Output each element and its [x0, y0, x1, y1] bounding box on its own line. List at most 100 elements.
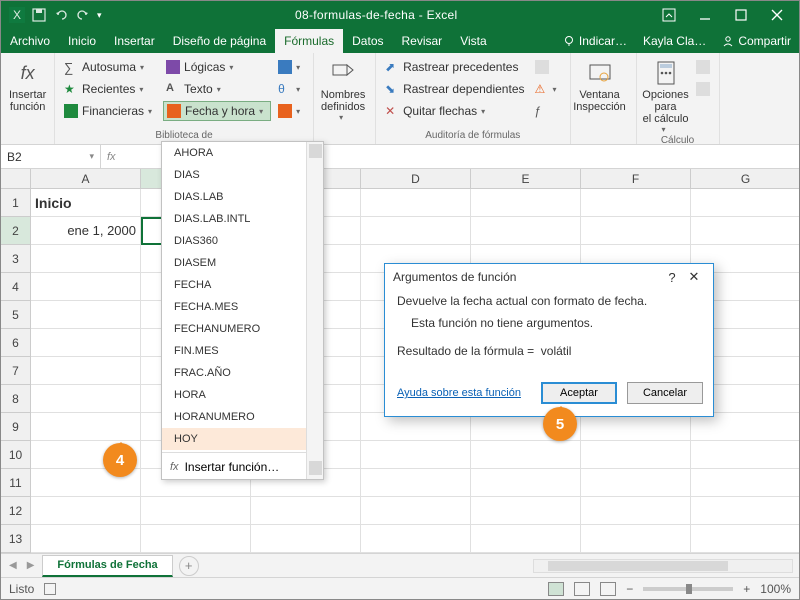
dropdown-item[interactable]: AHORA: [162, 142, 323, 164]
view-pagebreak-icon[interactable]: [600, 582, 616, 596]
dropdown-item[interactable]: FIN.MES: [162, 340, 323, 362]
cell[interactable]: [691, 441, 799, 469]
dropdown-item[interactable]: DIAS.LAB: [162, 186, 323, 208]
dropdown-item[interactable]: FECHA.MES: [162, 296, 323, 318]
redo-icon[interactable]: [75, 7, 91, 23]
cell[interactable]: [581, 497, 691, 525]
dropdown-item[interactable]: HORA: [162, 384, 323, 406]
dropdown-item[interactable]: DIAS360: [162, 230, 323, 252]
close-icon[interactable]: [759, 1, 795, 29]
row-3[interactable]: 3: [1, 245, 31, 273]
tab-archivo[interactable]: Archivo: [1, 29, 59, 53]
zoom-level[interactable]: 100%: [760, 582, 791, 596]
add-sheet-button[interactable]: +: [179, 556, 199, 576]
evaluate-button[interactable]: ƒ: [532, 101, 564, 121]
tell-me[interactable]: Indicar…: [555, 29, 635, 53]
cell-D2[interactable]: [361, 217, 471, 245]
cell-D1[interactable]: [361, 189, 471, 217]
dropdown-item[interactable]: DIAS: [162, 164, 323, 186]
cell[interactable]: [691, 525, 799, 553]
dropdown-item[interactable]: HORANUMERO: [162, 406, 323, 428]
cell-A2[interactable]: ene 1, 2000: [31, 217, 141, 245]
col-A[interactable]: A: [31, 169, 141, 189]
calc-now-button[interactable]: [693, 57, 713, 77]
cell[interactable]: [31, 357, 141, 385]
cell[interactable]: [31, 525, 141, 553]
save-icon[interactable]: [31, 7, 47, 23]
zoom-out-icon[interactable]: −: [626, 582, 633, 596]
col-F[interactable]: F: [581, 169, 691, 189]
maximize-icon[interactable]: [723, 1, 759, 29]
cell[interactable]: [31, 385, 141, 413]
cell[interactable]: [691, 413, 799, 441]
remove-arrows-button[interactable]: ✕Quitar flechas▾: [382, 101, 527, 121]
cell-E1[interactable]: [471, 189, 581, 217]
row-5[interactable]: 5: [1, 301, 31, 329]
sheet-nav-next-icon[interactable]: ▶: [25, 560, 37, 571]
cell[interactable]: [31, 329, 141, 357]
text-button[interactable]: ATexto▾: [163, 79, 271, 99]
cell[interactable]: [691, 497, 799, 525]
cell[interactable]: [31, 245, 141, 273]
row-12[interactable]: 12: [1, 497, 31, 525]
tab-diseno[interactable]: Diseño de página: [164, 29, 275, 53]
view-normal-icon[interactable]: [548, 582, 564, 596]
cell[interactable]: [361, 469, 471, 497]
cell[interactable]: [361, 525, 471, 553]
calc-sheet-button[interactable]: [693, 79, 713, 99]
watch-window-button[interactable]: VentanaInspección: [577, 57, 623, 115]
dialog-close-icon[interactable]: ✕: [683, 269, 705, 285]
lookup-button[interactable]: ▾: [275, 57, 307, 77]
dropdown-insert-function[interactable]: fxInsertar función…: [162, 455, 323, 479]
row-7[interactable]: 7: [1, 357, 31, 385]
cell[interactable]: [581, 525, 691, 553]
cell[interactable]: [251, 497, 361, 525]
recent-button[interactable]: ★Recientes▾: [61, 79, 159, 99]
show-formulas-button[interactable]: [532, 57, 564, 77]
ok-button[interactable]: Aceptar: [541, 382, 617, 404]
cell-G1[interactable]: [691, 189, 799, 217]
row-4[interactable]: 4: [1, 273, 31, 301]
share-button[interactable]: Compartir: [714, 29, 799, 53]
select-all-corner[interactable]: [1, 169, 31, 189]
cell[interactable]: [361, 413, 471, 441]
undo-icon[interactable]: [53, 7, 69, 23]
dialog-header[interactable]: Argumentos de función ? ✕: [385, 264, 713, 290]
cell[interactable]: [31, 497, 141, 525]
row-2[interactable]: 2: [1, 217, 31, 245]
macro-record-icon[interactable]: [44, 583, 56, 595]
trace-precedents-button[interactable]: ⬈Rastrear precedentes: [382, 57, 527, 77]
cell[interactable]: [691, 469, 799, 497]
cell-E2[interactable]: [471, 217, 581, 245]
account-user[interactable]: Kayla Cla…: [635, 29, 714, 53]
tab-formulas[interactable]: Fórmulas: [275, 29, 343, 53]
dropdown-item[interactable]: FECHANUMERO: [162, 318, 323, 340]
cell[interactable]: [471, 497, 581, 525]
col-E[interactable]: E: [471, 169, 581, 189]
insert-function-button[interactable]: fx Insertarfunción: [7, 57, 48, 115]
cell[interactable]: [361, 441, 471, 469]
col-G[interactable]: G: [691, 169, 799, 189]
zoom-in-icon[interactable]: +: [743, 582, 750, 596]
cell[interactable]: [361, 497, 471, 525]
error-check-button[interactable]: ⚠▾: [532, 79, 564, 99]
view-layout-icon[interactable]: [574, 582, 590, 596]
cell[interactable]: [471, 525, 581, 553]
horizontal-scrollbar[interactable]: [533, 559, 793, 573]
tab-inicio[interactable]: Inicio: [59, 29, 105, 53]
dropdown-item[interactable]: FECHA: [162, 274, 323, 296]
trace-dependents-button[interactable]: ⬊Rastrear dependientes: [382, 79, 527, 99]
row-6[interactable]: 6: [1, 329, 31, 357]
minimize-icon[interactable]: [687, 1, 723, 29]
cell[interactable]: [471, 469, 581, 497]
tab-revisar[interactable]: Revisar: [393, 29, 452, 53]
more-button[interactable]: ▾: [275, 101, 307, 121]
ribbon-options-icon[interactable]: [651, 1, 687, 29]
tab-insertar[interactable]: Insertar: [105, 29, 164, 53]
financial-button[interactable]: Financieras▾: [61, 101, 159, 121]
cell-G2[interactable]: [691, 217, 799, 245]
cell[interactable]: [581, 413, 691, 441]
cell[interactable]: [31, 273, 141, 301]
cell[interactable]: [581, 469, 691, 497]
math-button[interactable]: θ▾: [275, 79, 307, 99]
